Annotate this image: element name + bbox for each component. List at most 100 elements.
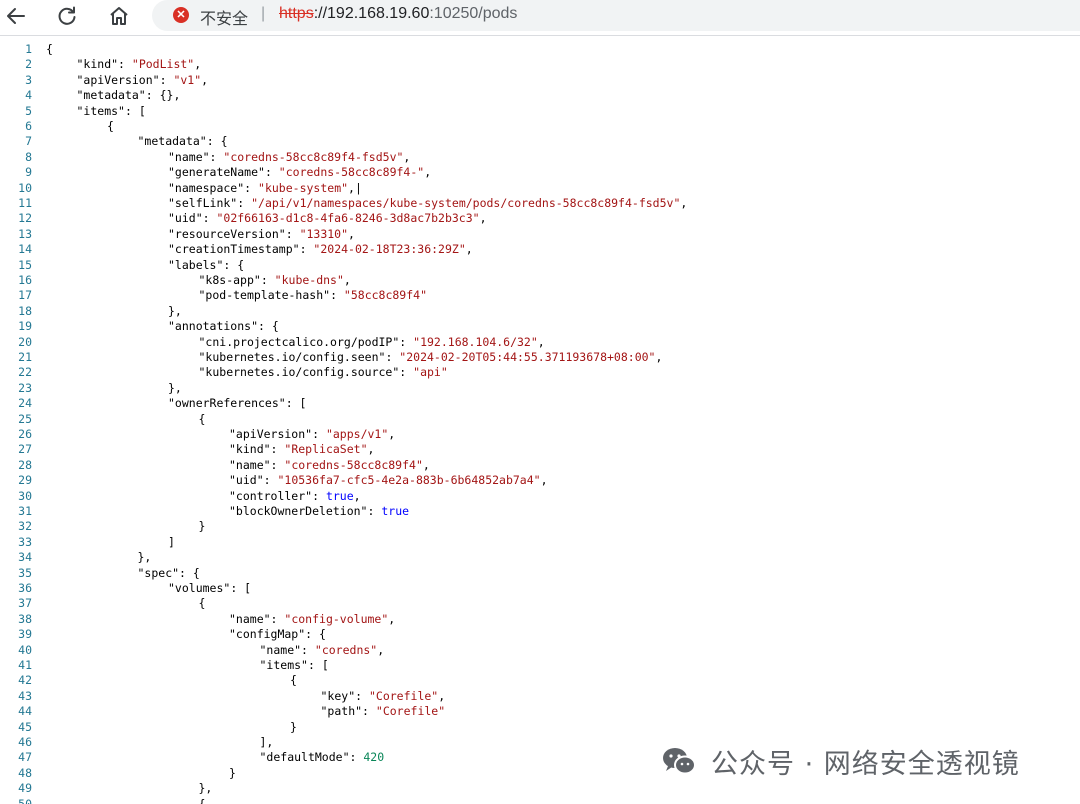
- code-text[interactable]: "key": "Corefile",: [321, 689, 446, 704]
- code-text[interactable]: },: [138, 550, 152, 565]
- code-text[interactable]: {: [199, 797, 206, 804]
- code-line: 7 "metadata": {: [0, 134, 1080, 149]
- code-line: 38 "name": "config-volume",: [0, 612, 1080, 627]
- code-text[interactable]: {: [290, 673, 297, 688]
- code-text[interactable]: "kubernetes.io/config.source": "api": [199, 365, 448, 380]
- code-text[interactable]: {: [199, 412, 206, 427]
- code-text[interactable]: "uid": "10536fa7-cfc5-4e2a-883b-6b64852a…: [229, 473, 548, 488]
- code-text[interactable]: "metadata": {: [138, 134, 228, 149]
- code-text[interactable]: "ownerReferences": [: [168, 396, 306, 411]
- url-text[interactable]: https://192.168.19.60:10250/pods: [279, 5, 517, 23]
- code-text[interactable]: "generateName": "coredns-58cc8c89f4-",: [168, 165, 431, 180]
- line-number: 36: [18, 581, 32, 595]
- line-number: 8: [25, 149, 32, 164]
- code-text[interactable]: "items": [: [77, 104, 146, 119]
- code-text[interactable]: "resourceVersion": "13310",: [168, 227, 355, 242]
- code-text[interactable]: }: [229, 766, 236, 781]
- code-text[interactable]: ],: [260, 735, 274, 750]
- code-line: 26 "apiVersion": "apps/v1",: [0, 427, 1080, 442]
- back-button[interactable]: [0, 1, 32, 31]
- back-arrow-icon: [7, 8, 25, 24]
- code-line: 5 "items": [: [0, 104, 1080, 119]
- code-text[interactable]: "configMap": {: [229, 627, 326, 642]
- code-text[interactable]: "kubernetes.io/config.seen": "2024-02-20…: [199, 350, 663, 365]
- code-text[interactable]: "labels": {: [168, 258, 244, 273]
- code-text[interactable]: "cni.projectcalico.org/podIP": "192.168.…: [199, 335, 545, 350]
- line-number: 35: [18, 565, 32, 580]
- code-line: 35 "spec": {: [0, 566, 1080, 581]
- line-number: 17: [18, 288, 32, 303]
- code-text[interactable]: },: [168, 381, 182, 396]
- code-text[interactable]: "items": [: [260, 658, 329, 673]
- line-number: 15: [18, 257, 32, 272]
- line-number: 44: [18, 704, 32, 719]
- code-text[interactable]: "name": "coredns-58cc8c89f4",: [229, 458, 430, 473]
- code-text[interactable]: {: [46, 42, 53, 57]
- code-text[interactable]: {: [199, 596, 206, 611]
- code-text[interactable]: "controller": true,: [229, 489, 361, 504]
- browser-toolbar: ✕ 不安全 | https://192.168.19.60:10250/pods: [0, 0, 1080, 36]
- code-text[interactable]: "spec": {: [138, 566, 200, 581]
- line-number: 38: [18, 611, 32, 626]
- code-line: 36 "volumes": [: [0, 581, 1080, 596]
- code-line: 11 "selfLink": "/api/v1/namespaces/kube-s…: [0, 196, 1080, 211]
- code-text[interactable]: },: [199, 781, 213, 796]
- code-line: 33]: [0, 535, 1080, 550]
- code-text[interactable]: "k8s-app": "kube-dns",: [199, 273, 351, 288]
- address-bar[interactable]: ✕ 不安全 | https://192.168.19.60:10250/pods: [152, 0, 1080, 31]
- reload-button[interactable]: [51, 1, 83, 31]
- line-number: 45: [18, 719, 32, 734]
- line-number: 5: [25, 103, 32, 118]
- code-text[interactable]: "blockOwnerDeletion": true: [229, 504, 409, 519]
- code-text[interactable]: "name": "config-volume",: [229, 612, 395, 627]
- code-line: 20 "cni.projectcalico.org/podIP": "192.16…: [0, 335, 1080, 350]
- code-text[interactable]: "volumes": [: [168, 581, 251, 596]
- code-text[interactable]: "metadata": {},: [77, 88, 181, 103]
- code-text[interactable]: "namespace": "kube-system",|: [168, 181, 362, 196]
- code-line: 13 "resourceVersion": "13310",: [0, 227, 1080, 242]
- not-secure-icon[interactable]: ✕: [173, 7, 189, 23]
- security-status-label[interactable]: 不安全: [200, 5, 248, 29]
- code-line: 24 "ownerReferences": [: [0, 396, 1080, 411]
- code-text[interactable]: "selfLink": "/api/v1/namespaces/kube-sys…: [168, 196, 687, 211]
- code-text[interactable]: "pod-template-hash": "58cc8c89f4": [199, 288, 428, 303]
- line-number: 24: [18, 396, 32, 411]
- code-text[interactable]: "apiVersion": "v1",: [77, 73, 209, 88]
- line-number: 11: [18, 196, 32, 210]
- code-text[interactable]: "kind": "PodList",: [77, 57, 202, 72]
- code-text[interactable]: "defaultMode": 420: [260, 750, 385, 765]
- line-number: 31: [18, 504, 32, 518]
- code-text[interactable]: ]: [168, 535, 175, 550]
- line-number: 26: [18, 427, 32, 441]
- code-line: 49},: [0, 781, 1080, 796]
- code-line: 18},: [0, 304, 1080, 319]
- line-number: 13: [18, 226, 32, 241]
- home-button[interactable]: [103, 1, 135, 31]
- line-number: 1: [25, 42, 32, 56]
- code-line: 44 "path": "Corefile": [0, 704, 1080, 719]
- json-viewer[interactable]: 1{2 "kind": "PodList", 3 "apiVersion": "v1"…: [0, 42, 1080, 804]
- code-line: 40 "name": "coredns",: [0, 643, 1080, 658]
- code-text[interactable]: "apiVersion": "apps/v1",: [229, 427, 395, 442]
- code-text[interactable]: }: [199, 519, 206, 534]
- code-text[interactable]: "path": "Corefile": [321, 704, 446, 719]
- code-text[interactable]: "name": "coredns",: [260, 643, 385, 658]
- code-line: 41 "items": [: [0, 658, 1080, 673]
- code-text[interactable]: {: [107, 119, 114, 134]
- code-text[interactable]: "creationTimestamp": "2024-02-18T23:36:2…: [168, 242, 473, 257]
- code-text[interactable]: "uid": "02f66163-d1c8-4fa6-8246-3d8ac7b2…: [168, 211, 487, 226]
- code-line: 43 "key": "Corefile",: [0, 689, 1080, 704]
- code-text[interactable]: }: [290, 720, 297, 735]
- url-host: ://192.168.19.60: [313, 5, 430, 22]
- code-text[interactable]: "kind": "ReplicaSet",: [229, 442, 374, 457]
- code-line: 22 "kubernetes.io/config.source": "api": [0, 365, 1080, 380]
- code-text[interactable]: "name": "coredns-58cc8c89f4-fsd5v",: [168, 150, 410, 165]
- address-separator: |: [261, 5, 266, 22]
- code-text[interactable]: "annotations": {: [168, 319, 279, 334]
- line-number: 29: [18, 473, 32, 488]
- line-number: 32: [18, 519, 32, 534]
- watermark-text: 公众号 · 网络安全透视镜: [711, 748, 1020, 780]
- code-text[interactable]: },: [168, 304, 182, 319]
- code-line: 9 "generateName": "coredns-58cc8c89f4-",: [0, 165, 1080, 180]
- line-number: 47: [18, 750, 32, 765]
